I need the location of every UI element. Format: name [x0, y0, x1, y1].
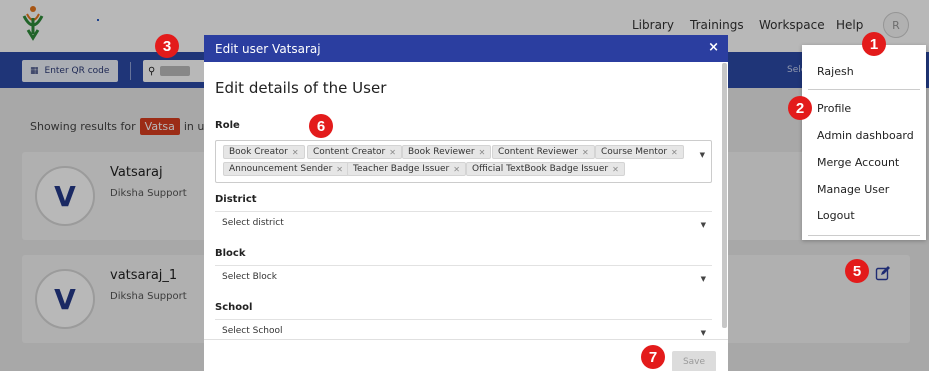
annotation-badge: 7: [641, 345, 665, 369]
chevron-down-icon: ▼: [700, 329, 706, 337]
annotation-badge: 1: [862, 32, 886, 56]
block-select[interactable]: Select Block ▼: [215, 265, 712, 287]
role-chip-label: Content Creator: [313, 147, 386, 157]
role-chip-label: Book Reviewer: [408, 147, 475, 157]
remove-chip-icon[interactable]: ✕: [292, 148, 299, 157]
menu-item-admin-dashboard[interactable]: Admin dashboard: [817, 129, 914, 142]
close-icon[interactable]: ×: [708, 40, 719, 55]
annotation-badge: 5: [845, 259, 869, 283]
remove-chip-icon[interactable]: ✕: [389, 148, 396, 157]
role-chip-label: Teacher Badge Issuer: [353, 164, 450, 174]
remove-chip-icon[interactable]: ✕: [453, 165, 460, 174]
role-chip-label: Announcement Sender: [229, 164, 333, 174]
role-chip: Content Creator ✕: [307, 145, 402, 159]
role-chip: Announcement Sender ✕: [223, 162, 349, 176]
role-chip: Teacher Badge Issuer ✕: [347, 162, 466, 176]
edit-user-modal: Edit user Vatsaraj × Edit details of the…: [204, 35, 728, 371]
role-chip: Book Creator ✕: [223, 145, 305, 159]
district-select[interactable]: Select district ▼: [215, 211, 712, 233]
remove-chip-icon[interactable]: ✕: [612, 165, 619, 174]
school-placeholder: Select School: [222, 326, 283, 336]
district-label: District: [215, 194, 257, 205]
menu-item-merge-account[interactable]: Merge Account: [817, 156, 899, 169]
modal-title: Edit details of the User: [215, 79, 387, 97]
role-multiselect[interactable]: Book Creator ✕ Content Creator ✕ Book Revi…: [215, 140, 712, 183]
remove-chip-icon[interactable]: ✕: [671, 148, 678, 157]
role-chip: Content Reviewer ✕: [492, 145, 595, 159]
annotation-badge: 2: [788, 96, 812, 120]
remove-chip-icon[interactable]: ✕: [479, 148, 486, 157]
dropdown-divider: [808, 235, 920, 236]
profile-dropdown: Rajesh Profile Admin dashboard Merge Acc…: [802, 45, 926, 240]
role-chip-label: Course Mentor: [601, 147, 668, 157]
modal-header: Edit user Vatsaraj ×: [204, 35, 728, 62]
role-chip-label: Content Reviewer: [498, 147, 579, 157]
save-button[interactable]: Save: [672, 351, 716, 371]
role-chip: Course Mentor ✕: [595, 145, 684, 159]
block-placeholder: Select Block: [222, 272, 277, 282]
modal-scrollbar[interactable]: [722, 63, 727, 328]
menu-item-profile[interactable]: Profile: [817, 102, 851, 115]
school-label: School: [215, 302, 253, 313]
chevron-down-icon: ▼: [700, 221, 706, 229]
menu-item-manage-user[interactable]: Manage User: [817, 183, 889, 196]
block-label: Block: [215, 248, 246, 259]
remove-chip-icon[interactable]: ✕: [336, 165, 343, 174]
role-chip: Official TextBook Badge Issuer ✕: [466, 162, 625, 176]
modal-header-title: Edit user Vatsaraj: [215, 41, 321, 56]
annotation-badge: 3: [155, 34, 179, 58]
remove-chip-icon[interactable]: ✕: [582, 148, 589, 157]
chevron-down-icon[interactable]: ▼: [700, 151, 705, 159]
dropdown-divider: [808, 89, 920, 90]
annotation-badge: 6: [309, 114, 333, 138]
role-chip: Book Reviewer ✕: [402, 145, 492, 159]
school-select[interactable]: Select School ▼: [215, 319, 712, 341]
role-chip-label: Official TextBook Badge Issuer: [472, 164, 609, 174]
role-label: Role: [215, 120, 240, 131]
role-chip-label: Book Creator: [229, 147, 288, 157]
district-placeholder: Select district: [222, 218, 284, 228]
chevron-down-icon: ▼: [700, 275, 706, 283]
menu-item-logout[interactable]: Logout: [817, 209, 855, 222]
dropdown-user-name: Rajesh: [817, 65, 854, 78]
